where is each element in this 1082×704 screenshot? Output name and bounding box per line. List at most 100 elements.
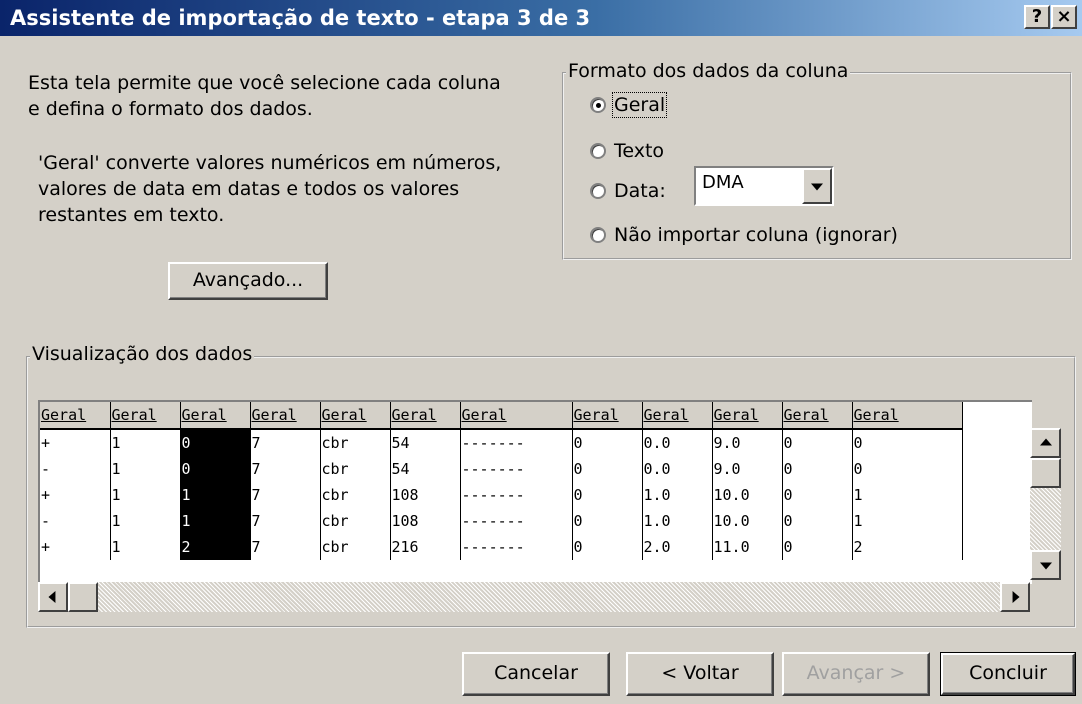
preview-column-header[interactable]: Geral [712,402,783,430]
scroll-right-button[interactable] [1000,582,1030,612]
preview-cell[interactable]: 7 [250,456,321,482]
advanced-button[interactable]: Avançado... [168,262,328,300]
preview-cell[interactable]: 1 [110,508,181,534]
preview-cell[interactable]: 0 [782,534,853,560]
preview-cell[interactable]: 0 [572,508,643,534]
preview-column-header[interactable]: Geral [572,402,643,430]
preview-cell[interactable]: ------- [460,429,573,456]
radio-geral[interactable]: Geral [590,92,668,118]
preview-cell[interactable]: 9.0 [712,429,783,456]
preview-cell[interactable]: 9.0 [712,456,783,482]
radio-texto-circle[interactable] [590,143,606,159]
preview-cell[interactable]: 0 [572,534,643,560]
radio-ignorar[interactable]: Não importar coluna (ignorar) [590,224,898,246]
scroll-track[interactable] [1030,488,1061,550]
radio-geral-circle[interactable] [590,97,606,113]
scroll-up-button[interactable] [1030,428,1061,458]
scroll-left-button[interactable] [38,582,68,612]
preview-cell[interactable]: 0 [782,508,853,534]
preview-cell[interactable]: 0 [852,456,963,482]
preview-cell[interactable]: 54 [390,429,461,456]
preview-cell[interactable]: - [40,456,111,482]
close-button[interactable]: × [1051,5,1077,29]
preview-cell[interactable]: 2.0 [642,534,713,560]
cancel-button[interactable]: Cancelar [462,652,610,696]
preview-cell[interactable]: cbr [320,429,391,456]
preview-cell[interactable]: 1.0 [642,508,713,534]
preview-cell[interactable]: - [40,508,111,534]
preview-column-header[interactable]: Geral [40,402,111,430]
preview-cell[interactable]: ------- [460,534,573,560]
preview-cell[interactable]: 10.0 [712,508,783,534]
preview-cell[interactable]: 10.0 [712,482,783,508]
preview-cell[interactable]: 7 [250,508,321,534]
preview-cell[interactable]: 1 [110,482,181,508]
preview-column-header[interactable]: Geral [180,402,251,430]
preview-cell[interactable]: cbr [320,482,391,508]
preview-cell[interactable]: 54 [390,456,461,482]
radio-data[interactable]: Data: [590,180,666,202]
date-format-select[interactable]: DMA [694,166,834,206]
preview-cell[interactable]: 0 [572,482,643,508]
preview-cell[interactable]: 1 [180,508,251,534]
preview-cell[interactable]: 0.0 [642,429,713,456]
preview-cell[interactable]: 0 [180,456,251,482]
back-button[interactable]: < Voltar [626,652,774,696]
preview-cell[interactable]: 1 [110,456,181,482]
preview-cell[interactable]: ------- [460,482,573,508]
preview-cell[interactable]: 0 [852,429,963,456]
preview-cell[interactable]: 11.0 [712,534,783,560]
preview-cell[interactable]: 1 [110,429,181,456]
next-button[interactable]: Avançar > [782,652,930,696]
preview-cell[interactable]: 0 [782,482,853,508]
scroll-thumb[interactable] [1030,458,1061,488]
preview-cell[interactable]: + [40,534,111,560]
preview-cell[interactable]: 7 [250,482,321,508]
radio-ignorar-circle[interactable] [590,227,606,243]
preview-cell[interactable]: 0 [180,429,251,456]
preview-cell[interactable]: 2 [852,534,963,560]
help-button[interactable]: ? [1024,5,1050,29]
preview-column-header[interactable]: Geral [110,402,181,430]
radio-data-circle[interactable] [590,183,606,199]
preview-column-header[interactable]: Geral [250,402,321,430]
horizontal-scrollbar[interactable] [38,582,1030,612]
radio-texto[interactable]: Texto [590,140,664,162]
date-format-dropdown-button[interactable] [802,168,832,204]
preview-cell[interactable]: 108 [390,482,461,508]
preview-column-header[interactable]: Geral [852,402,963,430]
preview-column-header[interactable]: Geral [782,402,853,430]
preview-cell[interactable]: 0.0 [642,456,713,482]
preview-column-header[interactable]: Geral [460,402,573,430]
scroll-down-button[interactable] [1030,550,1061,580]
preview-cell[interactable]: 1 [852,482,963,508]
preview-cell[interactable]: ------- [460,456,573,482]
preview-cell[interactable]: 0 [572,429,643,456]
preview-cell[interactable]: 1.0 [642,482,713,508]
preview-cell[interactable]: 1 [110,534,181,560]
preview-cell[interactable]: cbr [320,456,391,482]
preview-cell[interactable]: + [40,429,111,456]
preview-column-header[interactable]: Geral [642,402,713,430]
preview-cell[interactable]: cbr [320,534,391,560]
preview-cell[interactable]: + [40,482,111,508]
preview-cell[interactable]: 0 [782,429,853,456]
preview-cell[interactable]: 7 [250,429,321,456]
preview-cell[interactable]: ------- [460,508,573,534]
preview-cell[interactable]: 108 [390,508,461,534]
preview-cell[interactable]: 2 [180,534,251,560]
finish-button[interactable]: Concluir [940,652,1076,696]
preview-cell[interactable]: 1 [852,508,963,534]
hscroll-thumb[interactable] [68,582,98,612]
preview-cell[interactable]: cbr [320,508,391,534]
preview-column-header[interactable]: Geral [320,402,391,430]
preview-cell[interactable]: 0 [572,456,643,482]
vertical-scrollbar[interactable] [1030,428,1061,580]
preview-column-header[interactable]: Geral [390,402,461,430]
preview-cell[interactable]: 1 [180,482,251,508]
preview-cell[interactable]: 7 [250,534,321,560]
preview-cell[interactable]: 216 [390,534,461,560]
chevron-down-icon [811,183,823,191]
data-preview-grid[interactable]: Geral Geral Geral Geral Geral Geral Geral Geral… [38,400,1032,584]
preview-cell[interactable]: 0 [782,456,853,482]
